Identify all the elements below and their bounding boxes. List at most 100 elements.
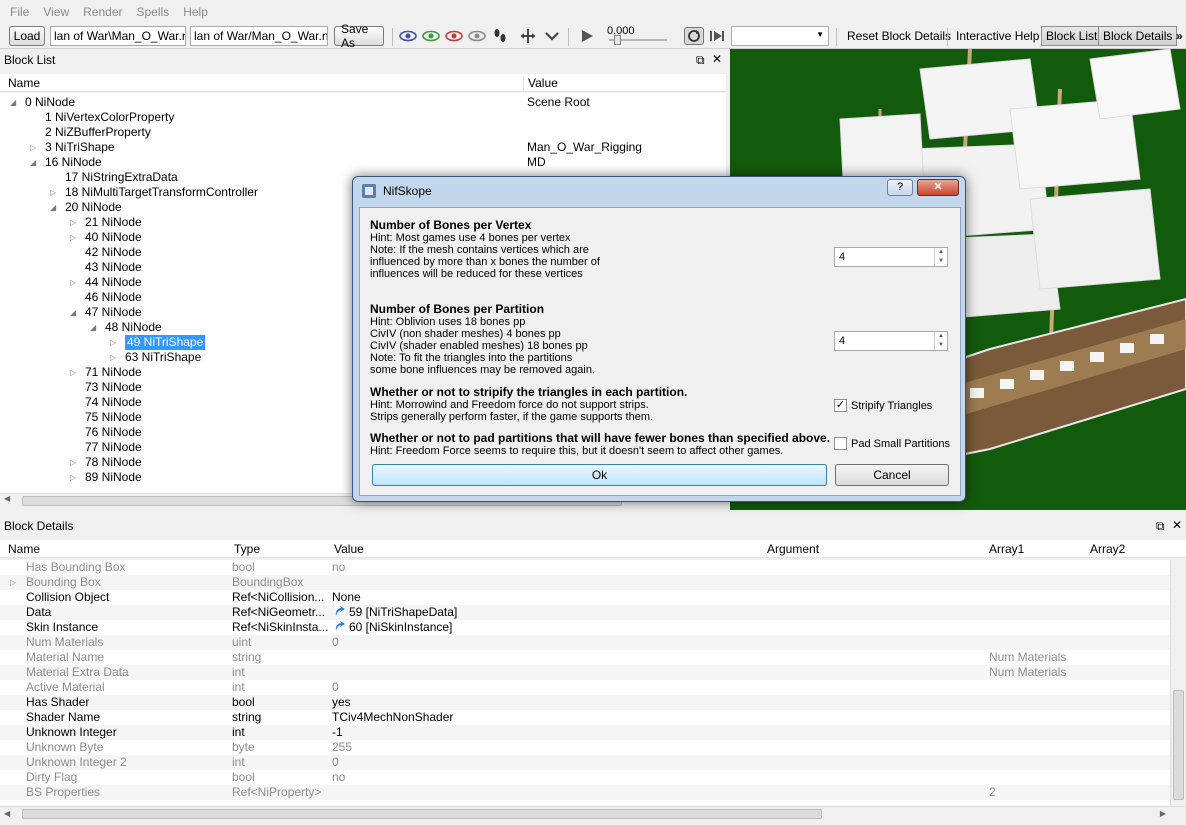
tree-row[interactable]: 77 NiNode	[85, 440, 142, 455]
checkbox-empty-icon[interactable]	[834, 437, 847, 450]
tree-row[interactable]: 78 NiNode	[85, 455, 142, 470]
expand-closed-icon[interactable]: ▷	[50, 185, 56, 200]
menu-help[interactable]: Help	[176, 5, 215, 19]
expand-closed-icon[interactable]: ▷	[110, 350, 116, 365]
time-slider-handle[interactable]	[614, 35, 621, 45]
tree-row[interactable]: 48 NiNode	[105, 320, 162, 335]
tree-row[interactable]: 18 NiMultiTargetTransformController	[65, 185, 258, 200]
detail-row[interactable]: Shader Name string TCiv4MechNonShader	[0, 710, 1170, 725]
detail-row[interactable]: Collision Object Ref<NiCollision... None	[0, 590, 1170, 605]
expand-closed-icon[interactable]: ▷	[70, 215, 76, 230]
checkmark-icon[interactable]: ✓	[834, 399, 847, 412]
spin-up-icon[interactable]: ▲	[934, 332, 947, 341]
expand-closed-icon[interactable]: ▷	[70, 365, 76, 380]
tree-row[interactable]: 40 NiNode	[85, 230, 142, 245]
chevron-down-icon[interactable]	[542, 27, 562, 45]
expand-closed-icon[interactable]: ▷	[70, 470, 76, 485]
tree-row[interactable]: 3 NiTriShape	[45, 140, 115, 155]
menu-file[interactable]: File	[3, 5, 36, 19]
animation-select[interactable]: ▼	[731, 26, 829, 46]
tree-row[interactable]: 0 NiNode	[25, 95, 75, 110]
tree-row[interactable]: 1 NiVertexColorProperty	[45, 110, 174, 125]
tree-row[interactable]: 73 NiNode	[85, 380, 142, 395]
tree-row[interactable]: 44 NiNode	[85, 275, 142, 290]
close-icon[interactable]: ✕	[1172, 518, 1182, 532]
detail-row[interactable]: Unknown Integer 2 int 0	[0, 755, 1170, 770]
bones-per-partition-value[interactable]: 4	[839, 335, 845, 347]
interactive-help-button[interactable]: Interactive Help	[952, 26, 1043, 46]
expand-closed-icon[interactable]: ▷	[30, 140, 36, 155]
menu-render[interactable]: Render	[76, 5, 129, 19]
menu-spells[interactable]: Spells	[130, 5, 177, 19]
loop-icon[interactable]	[684, 27, 704, 45]
tree-row[interactable]: 63 NiTriShape	[125, 350, 201, 365]
toolbar-overflow[interactable]: »	[1172, 26, 1186, 46]
ok-button[interactable]: Ok	[372, 464, 827, 486]
expand-closed-icon[interactable]: ▷	[10, 575, 16, 590]
save-path-field[interactable]: lan of War/Man_O_War.nif	[190, 26, 328, 46]
spin-up-icon[interactable]: ▲	[934, 248, 947, 257]
reset-block-details-button[interactable]: Reset Block Details	[843, 26, 955, 46]
tree-row[interactable]: 76 NiNode	[85, 425, 142, 440]
skip-icon[interactable]	[707, 27, 727, 45]
float-icon[interactable]: ⧉	[1156, 519, 1165, 534]
expand-open-icon[interactable]: ◢	[30, 155, 36, 170]
tree-row[interactable]: 46 NiNode	[85, 290, 142, 305]
scroll-thumb[interactable]	[22, 809, 822, 819]
detail-row[interactable]: Material Name string Num Materials	[0, 650, 1170, 665]
eye-blue-icon[interactable]	[398, 27, 418, 45]
save-as-button[interactable]: Save As	[334, 22, 384, 50]
eye-grey-icon[interactable]	[467, 27, 487, 45]
bones-per-vertex-value[interactable]: 4	[839, 251, 845, 263]
col-argument[interactable]: Argument	[763, 542, 819, 556]
expand-closed-icon[interactable]: ▷	[70, 455, 76, 470]
tree-row[interactable]: 49 NiTriShape	[125, 335, 206, 350]
tree-row[interactable]: 17 NiStringExtraData	[65, 170, 178, 185]
detail-row[interactable]: BS Properties Ref<NiProperty> 2	[0, 785, 1170, 800]
load-button[interactable]: Load	[9, 26, 45, 46]
col-array2[interactable]: Array2	[1086, 542, 1125, 556]
pad-checkbox[interactable]: Pad Small Partitions	[834, 437, 950, 450]
tree-row[interactable]: 43 NiNode	[85, 260, 142, 275]
bones-per-vertex-spinbox[interactable]: 4 ▲ ▼	[834, 247, 948, 267]
dialog-help-button[interactable]: ?	[887, 179, 913, 196]
detail-row[interactable]: Active Material int 0	[0, 680, 1170, 695]
detail-row[interactable]: Unknown Byte byte 255	[0, 740, 1170, 755]
expand-closed-icon[interactable]: ▷	[110, 335, 116, 350]
menu-view[interactable]: View	[36, 5, 76, 19]
block-details-vscrollbar[interactable]	[1170, 560, 1186, 805]
col-name[interactable]: Name	[4, 76, 40, 90]
detail-row[interactable]: Num Materials uint 0	[0, 635, 1170, 650]
bones-per-partition-spinbox[interactable]: 4 ▲ ▼	[834, 331, 948, 351]
block-list-toggle[interactable]: Block List	[1041, 26, 1103, 46]
tree-row[interactable]: 71 NiNode	[85, 365, 142, 380]
expand-open-icon[interactable]: ◢	[90, 320, 96, 335]
block-details-toggle[interactable]: Block Details	[1098, 26, 1178, 46]
scroll-left-icon[interactable]: ◀	[4, 809, 10, 818]
spin-down-icon[interactable]: ▼	[934, 257, 947, 266]
tree-row[interactable]: 47 NiNode	[85, 305, 142, 320]
stripify-label[interactable]: Stripify Triangles	[851, 400, 932, 412]
eye-red-icon[interactable]	[444, 27, 464, 45]
tree-row[interactable]: 42 NiNode	[85, 245, 142, 260]
detail-row[interactable]: ▷ Bounding Box BoundingBox	[0, 575, 1170, 590]
detail-row[interactable]: Data Ref<NiGeometr... 59 [NiTriShapeData]	[0, 605, 1170, 620]
col-array1[interactable]: Array1	[985, 542, 1024, 556]
col-value[interactable]: Value	[523, 75, 558, 90]
scroll-left-icon[interactable]: ◀	[4, 494, 10, 503]
tree-row[interactable]: 2 NiZBufferProperty	[45, 125, 151, 140]
eye-green-icon[interactable]	[421, 27, 441, 45]
expand-open-icon[interactable]: ◢	[70, 305, 76, 320]
tree-row[interactable]: 21 NiNode	[85, 215, 142, 230]
dialog-close-button[interactable]: ✕	[917, 179, 959, 196]
detail-row[interactable]: Dirty Flag bool no	[0, 770, 1170, 785]
expand-open-icon[interactable]: ◢	[50, 200, 56, 215]
close-icon[interactable]: ✕	[712, 52, 722, 66]
footprints-icon[interactable]	[490, 27, 510, 45]
tree-row[interactable]: 75 NiNode	[85, 410, 142, 425]
detail-row[interactable]: Material Extra Data int Num Materials	[0, 665, 1170, 680]
detail-row[interactable]: Unknown Integer int -1	[0, 725, 1170, 740]
detail-row[interactable]: Skin Instance Ref<NiSkinInsta... 60 [NiSki…	[0, 620, 1170, 635]
cancel-button[interactable]: Cancel	[835, 464, 949, 486]
expand-closed-icon[interactable]: ▷	[70, 230, 76, 245]
